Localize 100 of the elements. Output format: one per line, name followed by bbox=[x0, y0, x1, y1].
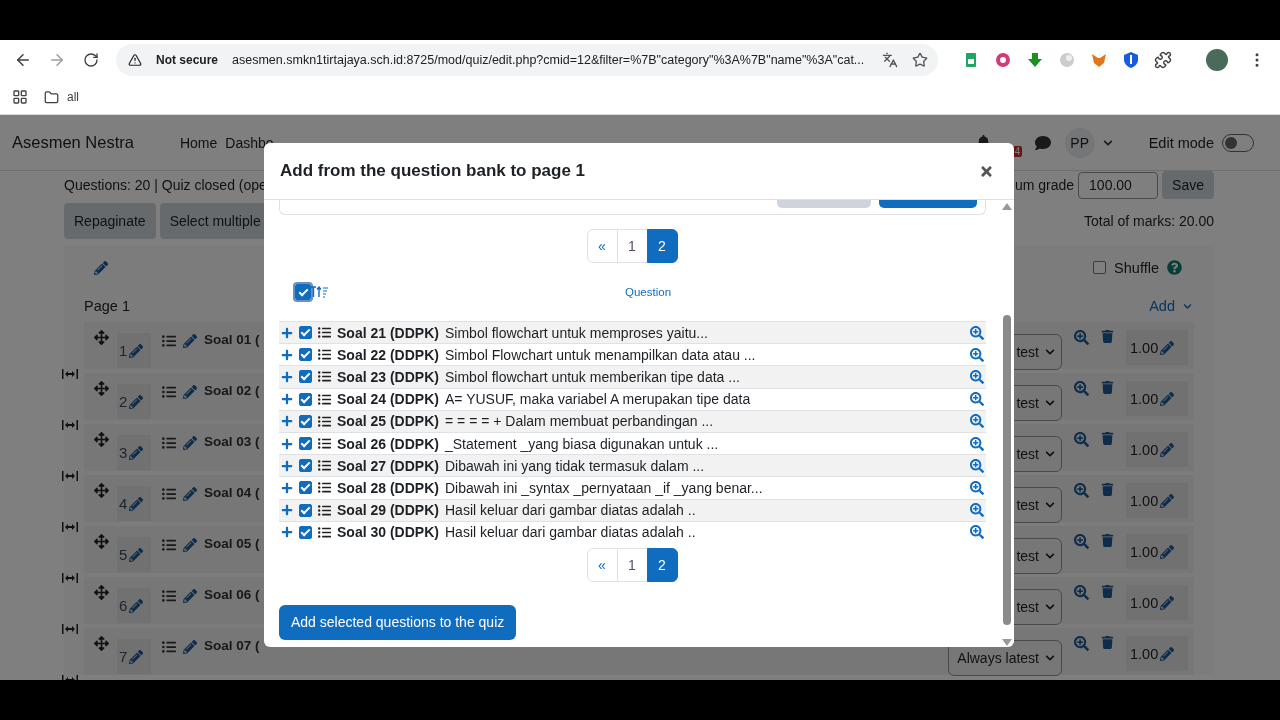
user-avatar[interactable]: PP bbox=[1064, 127, 1095, 158]
swirl-icon[interactable] bbox=[994, 51, 1013, 69]
zoom-in-icon[interactable] bbox=[1074, 534, 1089, 549]
question-checkbox[interactable] bbox=[299, 370, 312, 384]
zoom-in-icon[interactable] bbox=[1074, 585, 1089, 600]
pencil-icon[interactable] bbox=[1160, 646, 1175, 661]
trash-icon[interactable] bbox=[1101, 432, 1114, 445]
download-arrow-icon[interactable] bbox=[1026, 51, 1045, 69]
question-mark[interactable]: 1.00 bbox=[1130, 339, 1159, 356]
profile-avatar[interactable] bbox=[1206, 49, 1228, 71]
shield-icon[interactable] bbox=[1122, 51, 1141, 69]
zoom-in-icon[interactable] bbox=[1074, 381, 1089, 396]
shuffle-checkbox[interactable] bbox=[1093, 261, 1107, 274]
zoom-in-icon[interactable] bbox=[970, 503, 984, 518]
zoom-in-icon[interactable] bbox=[970, 392, 984, 407]
trash-icon[interactable] bbox=[1101, 636, 1114, 649]
trash-icon[interactable] bbox=[1101, 534, 1114, 547]
slot-number[interactable]: 6 bbox=[119, 597, 128, 614]
trash-icon[interactable] bbox=[1101, 585, 1114, 598]
question-checkbox[interactable] bbox=[299, 503, 312, 517]
question-checkbox[interactable] bbox=[299, 437, 312, 451]
chevron-icon[interactable] bbox=[1045, 602, 1055, 612]
plus-icon[interactable] bbox=[281, 326, 293, 339]
zoom-in-icon[interactable] bbox=[970, 325, 984, 340]
split-arrow-icon[interactable] bbox=[62, 369, 78, 379]
pencil-icon[interactable] bbox=[183, 334, 197, 348]
question-checkbox[interactable] bbox=[299, 481, 312, 495]
close-icon[interactable] bbox=[979, 163, 994, 179]
pencil-icon[interactable] bbox=[1160, 442, 1175, 457]
plus-icon[interactable] bbox=[281, 393, 293, 406]
slot-number[interactable]: 2 bbox=[119, 393, 128, 410]
pencil-icon[interactable] bbox=[129, 649, 144, 664]
zoom-in-icon[interactable] bbox=[1074, 636, 1089, 651]
security-label[interactable]: Not secure bbox=[150, 51, 225, 69]
add-menu[interactable]: Add bbox=[1149, 298, 1175, 314]
split-arrow-icon[interactable] bbox=[62, 522, 78, 532]
slot-number[interactable]: 1 bbox=[119, 342, 128, 359]
pencil-icon[interactable] bbox=[1160, 544, 1175, 559]
message-icon[interactable] bbox=[1034, 134, 1051, 151]
pencil-icon[interactable] bbox=[1160, 391, 1175, 406]
warning-icon[interactable] bbox=[128, 53, 142, 67]
zoom-in-icon[interactable] bbox=[970, 480, 984, 495]
pencil-icon[interactable] bbox=[183, 640, 197, 654]
zoom-in-icon[interactable] bbox=[1074, 330, 1089, 345]
zoom-in-icon[interactable] bbox=[970, 436, 984, 451]
question-checkbox[interactable] bbox=[299, 348, 312, 362]
move-icon[interactable] bbox=[94, 483, 109, 498]
save-button[interactable]: Save bbox=[1162, 171, 1214, 199]
slot-number[interactable]: 3 bbox=[119, 444, 128, 461]
question-column-link[interactable]: Question bbox=[625, 286, 672, 298]
zoom-in-icon[interactable] bbox=[1074, 483, 1089, 498]
plus-icon[interactable] bbox=[281, 481, 293, 494]
split-arrow-icon[interactable] bbox=[62, 420, 78, 430]
chevron-icon[interactable] bbox=[1045, 551, 1055, 561]
pencil-icon[interactable] bbox=[129, 445, 144, 460]
move-icon[interactable] bbox=[94, 381, 109, 396]
site-brand[interactable]: Asesmen Nestra bbox=[12, 133, 134, 152]
question-mark[interactable]: 1.00 bbox=[1130, 543, 1159, 560]
question-checkbox[interactable] bbox=[299, 392, 312, 406]
split-arrow-icon[interactable] bbox=[62, 471, 78, 481]
question-checkbox[interactable] bbox=[299, 326, 312, 340]
translate-icon[interactable] bbox=[882, 52, 899, 68]
zoom-in-icon[interactable] bbox=[970, 369, 984, 384]
page-link[interactable]: 2 bbox=[646, 547, 678, 582]
move-icon[interactable] bbox=[94, 330, 109, 345]
page-link[interactable]: 2 bbox=[646, 229, 678, 263]
zoom-in-icon[interactable] bbox=[970, 347, 984, 362]
zoom-in-icon[interactable] bbox=[970, 414, 984, 429]
toolbar-button[interactable]: Repaginate bbox=[64, 203, 156, 239]
add-selected-button[interactable]: Add selected questions to the quiz bbox=[279, 604, 517, 640]
sort-icon[interactable] bbox=[311, 285, 329, 299]
question-checkbox[interactable] bbox=[299, 414, 312, 428]
chevron-icon[interactable] bbox=[1045, 500, 1055, 510]
chevron-icon[interactable] bbox=[1045, 449, 1055, 459]
page-link[interactable]: « bbox=[586, 547, 618, 582]
chevron-icon[interactable] bbox=[1045, 653, 1055, 663]
question-mark[interactable]: 1.00 bbox=[1130, 390, 1159, 407]
zoom-in-icon[interactable] bbox=[970, 458, 984, 473]
question-checkbox[interactable] bbox=[299, 525, 312, 539]
chevron-icon[interactable] bbox=[1183, 301, 1192, 311]
plus-icon[interactable] bbox=[281, 415, 293, 428]
plus-icon[interactable] bbox=[281, 437, 293, 450]
plus-icon[interactable] bbox=[281, 504, 293, 517]
select-all-checkbox[interactable] bbox=[295, 284, 311, 300]
apps-icon[interactable] bbox=[12, 89, 28, 105]
move-icon[interactable] bbox=[94, 534, 109, 549]
zoom-in-icon[interactable] bbox=[970, 525, 984, 540]
pencil-icon[interactable] bbox=[1160, 595, 1175, 610]
question-mark[interactable]: 1.00 bbox=[1130, 594, 1159, 611]
zoom-in-icon[interactable] bbox=[1074, 432, 1089, 447]
pencil-icon[interactable] bbox=[94, 260, 108, 275]
move-icon[interactable] bbox=[94, 432, 109, 447]
edit-mode-toggle[interactable] bbox=[1222, 133, 1254, 152]
page-link[interactable]: « bbox=[586, 229, 618, 263]
question-mark[interactable]: 1.00 bbox=[1130, 645, 1159, 662]
pencil-icon[interactable] bbox=[183, 487, 197, 501]
chevron-icon[interactable] bbox=[1102, 137, 1113, 148]
plus-icon[interactable] bbox=[281, 370, 293, 383]
slot-number[interactable]: 4 bbox=[119, 495, 128, 512]
trash-icon[interactable] bbox=[1101, 483, 1114, 496]
